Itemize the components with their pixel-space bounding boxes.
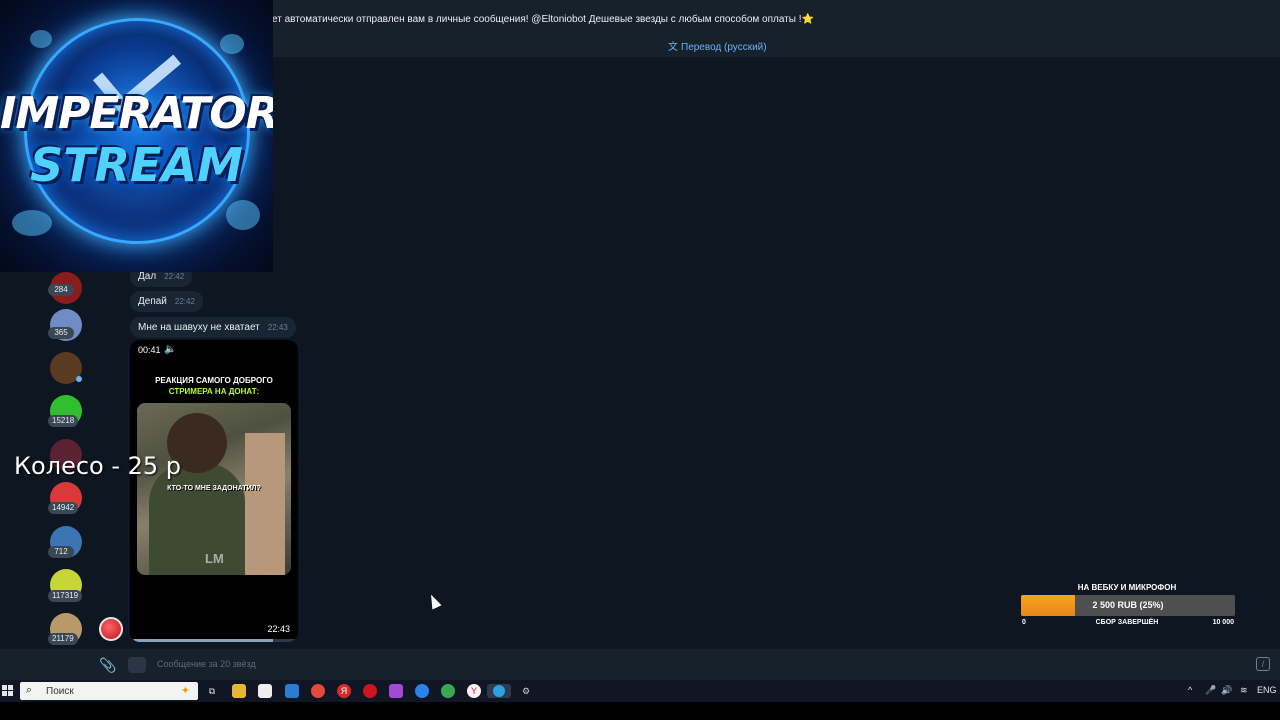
chrome-icon[interactable]	[311, 684, 325, 698]
wifi-icon[interactable]: ≋	[1240, 685, 1248, 696]
goal-max: 10 000	[1212, 619, 1234, 626]
video-time: 22:43	[267, 624, 290, 634]
tray-chevron-icon[interactable]: ^	[1188, 685, 1192, 695]
microphone-icon[interactable]: 🎤	[1205, 685, 1216, 696]
goal-title: НА ВЕБКУ И МИКРОФОН	[1077, 583, 1177, 592]
video-caption-line2: СТРИМЕРА НА ДОНАТ:	[168, 387, 260, 396]
logo-title: IMPERATOR	[0, 88, 273, 139]
send-as-avatar[interactable]	[128, 657, 146, 673]
video-frame: КТО-ТО МНЕ ЗАДОНАТИЛ? LM	[137, 403, 291, 575]
attach-icon[interactable]: 📎	[99, 657, 116, 674]
goal-amount: 2 500 RUB (25%)	[1092, 600, 1164, 610]
pinned-message-text: ет автоматически отправлен вам в личные …	[272, 14, 814, 25]
unread-badge: 284	[48, 284, 74, 296]
message-time: 22:42	[174, 297, 195, 306]
language-indicator[interactable]: ENG	[1257, 685, 1277, 695]
commands-icon[interactable]: /	[1256, 657, 1270, 671]
video-message[interactable]: 00:41 🔈 РЕАКЦИЯ САМОГО ДОБРОГО СТРИМЕРА …	[130, 340, 298, 642]
search-icon: ⌕	[26, 684, 33, 696]
unread-badge: 117319	[48, 590, 83, 602]
message-text: Мне на шавуху не хватает	[138, 322, 260, 333]
unread-badge: 21179	[48, 633, 78, 645]
message-time: 22:43	[267, 323, 288, 332]
windows-taskbar: ⌕ Поиск ✦ ⧉ Я Y ⚙ ^ 🎤 🔊 ≋ ENG	[0, 680, 1280, 702]
video-duration: 00:41	[138, 345, 161, 355]
donation-goal-widget: НА ВЕБКУ И МИКРОФОН 2 500 RUB (25%) 0 СБ…	[1018, 581, 1236, 629]
opera-icon[interactable]	[363, 684, 377, 698]
task-view-icon[interactable]: ⧉	[205, 684, 219, 698]
mail-icon[interactable]	[285, 684, 299, 698]
taskbar-search[interactable]: ⌕ Поиск ✦	[20, 682, 198, 700]
paint-splat	[226, 200, 260, 230]
muted-speaker-icon[interactable]: 🔈	[164, 344, 176, 355]
yandex-icon[interactable]: Я	[337, 684, 351, 698]
message-bubble[interactable]: Мне на шавуху не хватает 22:43	[130, 317, 296, 338]
store-icon[interactable]	[258, 684, 272, 698]
translate-link[interactable]: 文 Перевод (русский)	[668, 38, 767, 53]
screen-border	[0, 702, 1280, 720]
video-progress-fill	[130, 639, 273, 642]
speaker-icon[interactable]: 🔊	[1221, 685, 1232, 696]
message-text: Депай	[138, 296, 167, 307]
message-text: Дал	[138, 271, 157, 282]
unread-badge: 712	[48, 546, 74, 558]
file-explorer-icon[interactable]	[232, 684, 246, 698]
translate-icon: 文	[668, 42, 678, 53]
wheel-price-overlay: Колесо - 25 р	[14, 452, 182, 480]
app-icon[interactable]	[415, 684, 429, 698]
unread-badge: 365	[48, 327, 74, 339]
wood-plank	[245, 433, 285, 575]
goal-progress-bar: 2 500 RUB (25%)	[1021, 595, 1235, 616]
browser-icon[interactable]	[441, 684, 455, 698]
video-frame-text: КТО-ТО МНЕ ЗАДОНАТИЛ?	[167, 485, 261, 492]
unread-badge: 15218	[48, 415, 79, 427]
message-composer: 📎 Сообщение за 20 звёзд /	[0, 648, 1280, 680]
logo-subtitle: STREAM	[30, 138, 243, 192]
pinned-message-label: ет автоматически отправлен вам в личные …	[272, 14, 802, 25]
unread-badge: 14942	[48, 502, 79, 514]
video-watermark: LM	[205, 551, 224, 566]
star-icon: ⭐	[801, 14, 814, 25]
taskbar-search-label: Поиск	[46, 686, 74, 697]
video-progress-bar[interactable]	[130, 639, 298, 642]
paint-splat	[30, 30, 52, 48]
settings-icon[interactable]: ⚙	[519, 684, 533, 698]
online-indicator	[76, 376, 82, 382]
stream-logo-overlay: IMPERATOR STREAM	[0, 0, 273, 272]
telegram-icon[interactable]	[487, 684, 511, 698]
windows-start-icon[interactable]	[2, 685, 14, 697]
paint-splat	[12, 210, 52, 236]
message-bubble[interactable]: Депай 22:42	[130, 291, 203, 312]
paint-splat	[220, 34, 244, 54]
sender-avatar[interactable]	[99, 617, 123, 641]
sparkle-icon: ✦	[180, 685, 190, 697]
message-input[interactable]: Сообщение за 20 звёзд	[157, 659, 256, 669]
ide-icon[interactable]	[389, 684, 403, 698]
yandex-browser-icon[interactable]: Y	[467, 684, 481, 698]
goal-status: СБОР ЗАВЕРШЁН	[1095, 619, 1159, 626]
message-time: 22:42	[164, 272, 185, 281]
translate-label: Перевод (русский)	[681, 42, 767, 53]
video-caption-line1: РЕАКЦИЯ САМОГО ДОБРОГО	[155, 376, 273, 385]
